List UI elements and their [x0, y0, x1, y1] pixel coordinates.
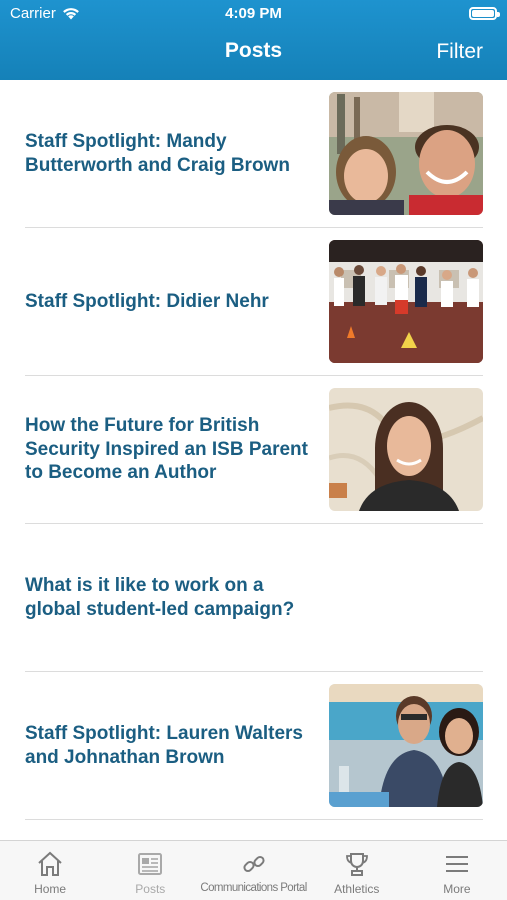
status-time: 4:09 PM [225, 5, 282, 22]
selfie-photo [329, 92, 483, 215]
tab-bar: Home Posts Communications Portal Athleti… [0, 840, 507, 900]
page-title: Posts [224, 39, 283, 62]
group-photo [329, 240, 483, 363]
menu-icon [445, 856, 468, 872]
newspaper-icon [138, 853, 163, 875]
tab-label: Home [34, 882, 67, 896]
nav-header: Carrier 4:09 PM Posts Filter [0, 0, 507, 80]
tab-posts[interactable]: Posts [100, 841, 200, 900]
post-title: Staff Spotlight: Lauren Walters and John… [25, 723, 303, 768]
post-item[interactable]: Staff Spotlight: Mandy Butterworth and C… [25, 80, 483, 228]
tab-label: More [443, 882, 471, 896]
couple-photo [329, 684, 483, 807]
post-item[interactable]: Staff Spotlight: Lauren Walters and John… [25, 672, 483, 820]
post-title: Staff Spotlight: Didier Nehr [25, 290, 269, 312]
trophy-icon [345, 853, 368, 876]
tab-label: Posts [135, 882, 166, 896]
tab-label: Communications Portal [200, 882, 307, 894]
tab-athletics[interactable]: Athletics [307, 841, 407, 900]
link-icon [242, 855, 265, 873]
post-item[interactable]: What is it like to work on a global stud… [25, 524, 483, 672]
post-title: How the Future for British Security Insp… [25, 415, 308, 484]
battery-icon [469, 7, 500, 20]
post-title: What is it like to work on a global stud… [25, 575, 295, 620]
tab-communications-portal[interactable]: Communications Portal [200, 841, 307, 900]
tab-home[interactable]: Home [0, 841, 100, 900]
portrait-photo [329, 388, 483, 511]
post-list[interactable]: Staff Spotlight: Mandy Butterworth and C… [0, 80, 507, 840]
home-icon [38, 851, 62, 876]
post-thumbnail [329, 684, 483, 807]
post-thumbnail [329, 92, 483, 215]
tab-more[interactable]: More [407, 841, 507, 900]
post-title: Staff Spotlight: Mandy Butterworth and C… [25, 131, 290, 176]
post-item[interactable]: Staff Spotlight: Didier Nehr [25, 228, 483, 376]
tab-label: Athletics [334, 882, 380, 896]
status-bar: Carrier 4:09 PM [0, 0, 507, 28]
post-thumbnail [329, 240, 483, 363]
post-item[interactable]: How the Future for British Security Insp… [25, 376, 483, 524]
filter-button[interactable]: Filter [436, 40, 483, 64]
post-thumbnail [329, 388, 483, 511]
